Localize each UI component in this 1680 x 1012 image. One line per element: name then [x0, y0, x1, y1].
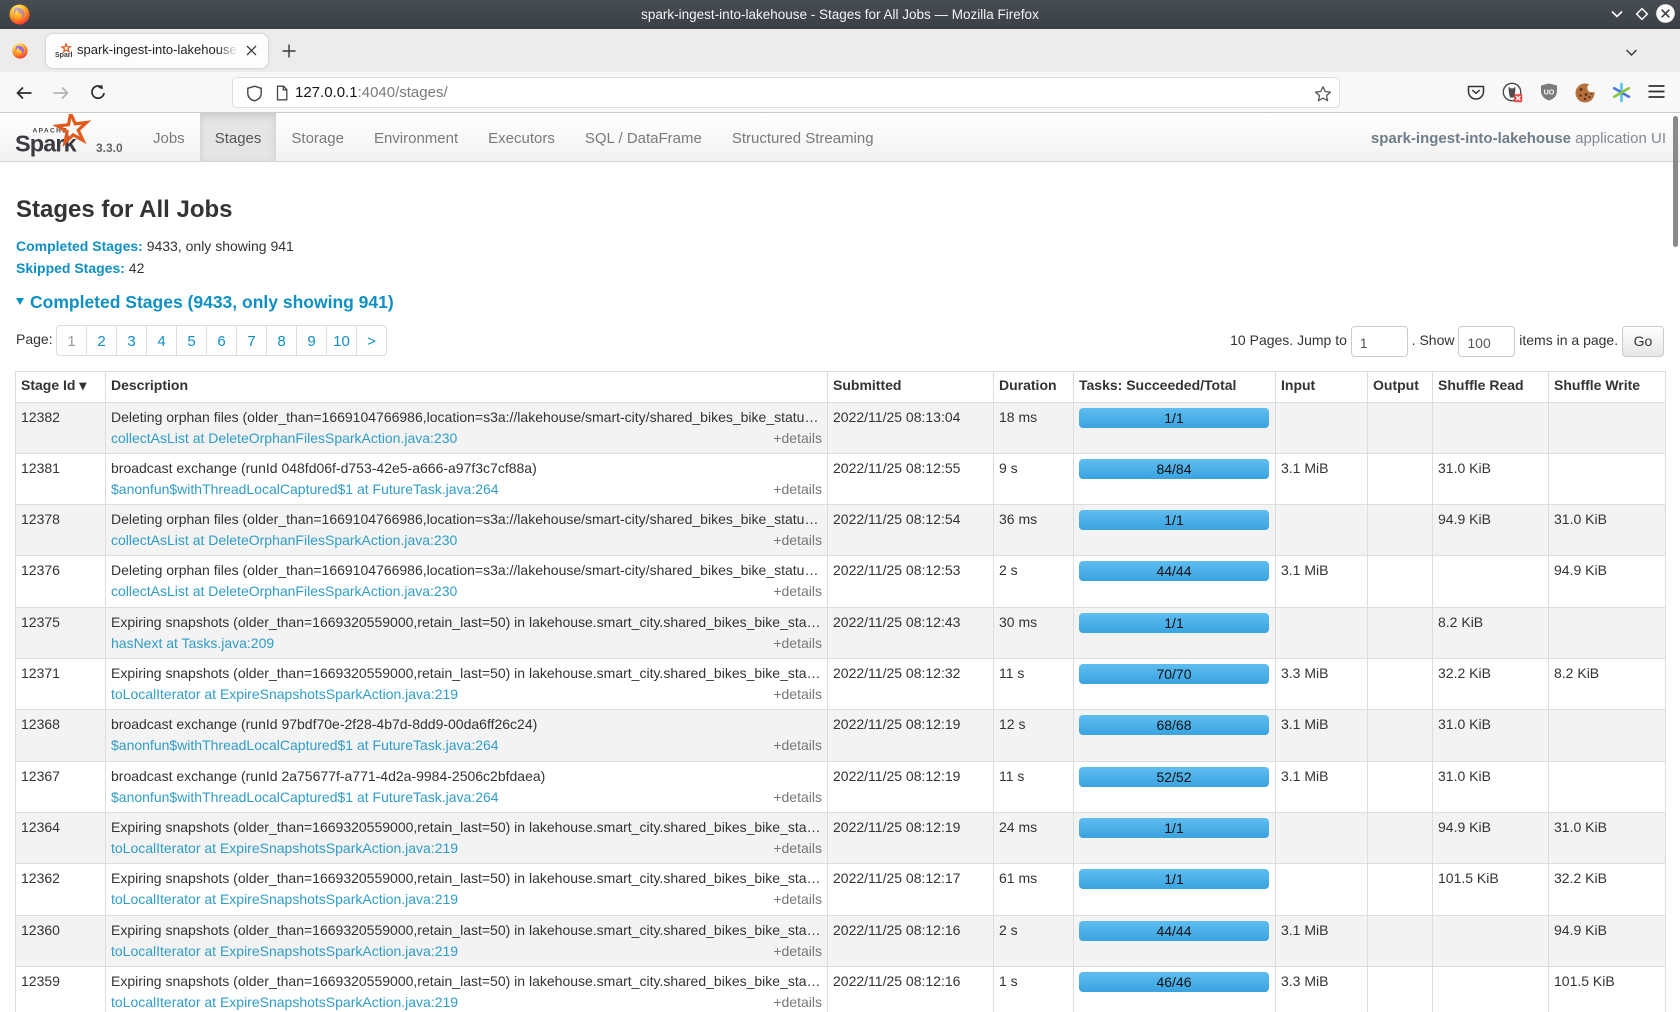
- svg-text:Spark: Spark: [55, 52, 72, 59]
- svg-text:UO: UO: [1544, 90, 1555, 97]
- svg-text:Spark: Spark: [15, 131, 78, 157]
